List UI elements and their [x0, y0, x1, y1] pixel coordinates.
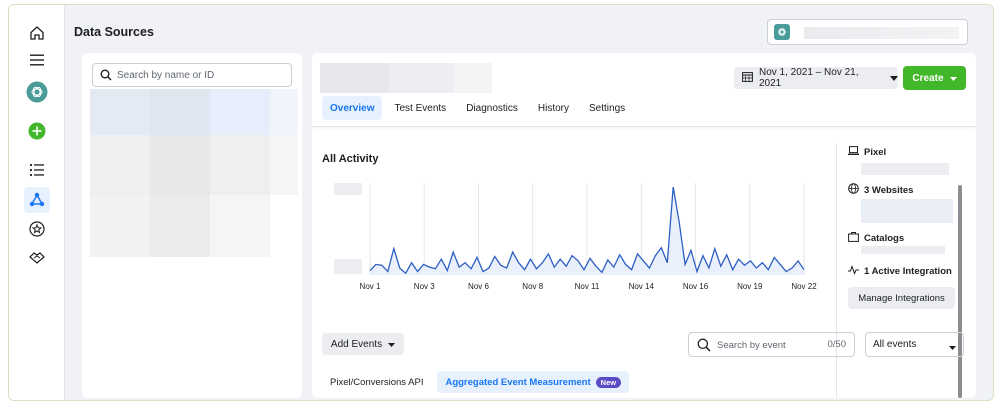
search-input[interactable] — [117, 67, 287, 83]
subtab-aggregated-event-measurement[interactable]: Aggregated Event Measurement New — [437, 371, 630, 393]
manage-integrations-button[interactable]: Manage Integrations — [848, 287, 955, 309]
redacted-website-list — [861, 199, 953, 223]
business-selector[interactable] — [767, 19, 968, 45]
tab-settings[interactable]: Settings — [581, 96, 633, 120]
pixel-info: Pixel — [848, 146, 886, 159]
x-tick-label: Nov 3 — [414, 282, 435, 291]
x-tick-label: Nov 8 — [522, 282, 543, 291]
detail-header: Nov 1, 2021 – Nov 21, 2021 Create Overvi… — [312, 53, 976, 127]
event-search-box[interactable]: 0/50 — [688, 332, 855, 357]
event-subtabs: Pixel/Conversions API Aggregated Event M… — [322, 371, 630, 393]
globe-icon — [848, 183, 859, 197]
tab-history[interactable]: History — [530, 96, 577, 120]
add-events-label: Add Events — [330, 338, 383, 350]
catalog-bag-icon — [848, 231, 859, 245]
websites-label: 3 Websites — [864, 184, 914, 196]
activity-title: All Activity — [322, 153, 379, 165]
redacted-source-name — [320, 63, 492, 93]
caret-down-icon — [949, 73, 957, 84]
data-source-search[interactable] — [92, 63, 292, 87]
redacted-pixel-id — [861, 163, 949, 175]
home-icon[interactable] — [25, 21, 49, 45]
x-tick-label: Nov 1 — [360, 282, 381, 291]
create-button[interactable]: Create — [903, 66, 966, 90]
create-label: Create — [912, 72, 944, 84]
event-filter-label: All events — [873, 339, 917, 350]
search-icon — [100, 69, 112, 84]
event-search-input[interactable] — [717, 338, 817, 352]
app-frame: Data Sources Search by name or ID Nov 1,… — [8, 4, 994, 401]
page-title: Data Sources — [74, 25, 154, 39]
calendar-icon — [742, 71, 753, 85]
event-filter-select[interactable]: All events — [865, 332, 964, 357]
tab-diagnostics[interactable]: Diagnostics — [458, 96, 526, 120]
tab-test-events[interactable]: Test Events — [386, 96, 454, 120]
activity-pulse-icon — [848, 264, 859, 278]
redacted-business-name — [804, 27, 959, 39]
caret-down-icon — [890, 73, 898, 84]
x-tick-label: Nov 14 — [629, 282, 655, 291]
activity-line-chart: Nov 1 Nov 3 Nov 6 Nov 8 Nov 11 Nov 14 Nov 16 No… — [334, 183, 817, 291]
tab-overview[interactable]: Overview — [322, 96, 383, 120]
laptop-icon — [848, 146, 859, 159]
main-area: Data Sources Search by name or ID Nov 1,… — [66, 5, 993, 400]
subtab-pixel-conversions-api[interactable]: Pixel/Conversions API — [322, 371, 431, 393]
redacted-axis-label — [334, 183, 362, 195]
redacted-axis-label — [334, 259, 362, 274]
catalogs-info: Catalogs — [848, 231, 904, 245]
date-range-picker[interactable]: Nov 1, 2021 – Nov 21, 2021 — [734, 67, 898, 89]
detail-tabs: Overview Test Events Diagnostics History… — [322, 96, 633, 120]
x-tick-label: Nov 22 — [791, 282, 817, 291]
add-icon[interactable] — [25, 119, 49, 143]
date-range-label: Nov 1, 2021 – Nov 21, 2021 — [759, 67, 859, 89]
redacted-catalog-name — [861, 246, 945, 254]
event-count: 0/50 — [827, 339, 847, 350]
search-icon — [697, 338, 711, 355]
new-badge: New — [595, 376, 622, 388]
caret-down-icon — [388, 339, 396, 350]
star-badge-icon[interactable] — [25, 217, 49, 241]
business-avatar-icon — [774, 24, 790, 40]
subtab-label: Aggregated Event Measurement — [445, 376, 591, 388]
left-nav-rail — [9, 5, 65, 400]
caret-down-icon — [949, 342, 956, 353]
x-tick-label: Nov 6 — [468, 282, 489, 291]
source-info-sidebar: Pixel 3 Websites Catalogs 1 Active Integ… — [836, 143, 961, 398]
subtab-label: Pixel/Conversions API — [330, 376, 424, 388]
pixel-label: Pixel — [864, 147, 887, 158]
data-source-detail-panel: Nov 1, 2021 – Nov 21, 2021 Create Overvi… — [312, 53, 976, 398]
integration-info: 1 Active Integration — [848, 264, 952, 278]
scrollbar[interactable] — [958, 185, 962, 398]
websites-info: 3 Websites — [848, 183, 913, 197]
menu-icon[interactable] — [25, 48, 49, 72]
catalogs-label: Catalogs — [864, 232, 905, 244]
x-tick-label: Nov 16 — [683, 282, 709, 291]
list-icon[interactable] — [25, 158, 49, 182]
partner-icon[interactable] — [25, 246, 49, 270]
data-source-list-panel — [82, 53, 302, 398]
data-sources-icon[interactable] — [24, 187, 50, 213]
add-events-button[interactable]: Add Events — [322, 333, 404, 355]
x-tick-label: Nov 19 — [737, 282, 763, 291]
x-tick-label: Nov 11 — [575, 282, 600, 291]
integration-label: 1 Active Integration — [864, 266, 952, 277]
redacted-source-list — [90, 89, 298, 257]
business-avatar-icon[interactable] — [25, 80, 49, 104]
